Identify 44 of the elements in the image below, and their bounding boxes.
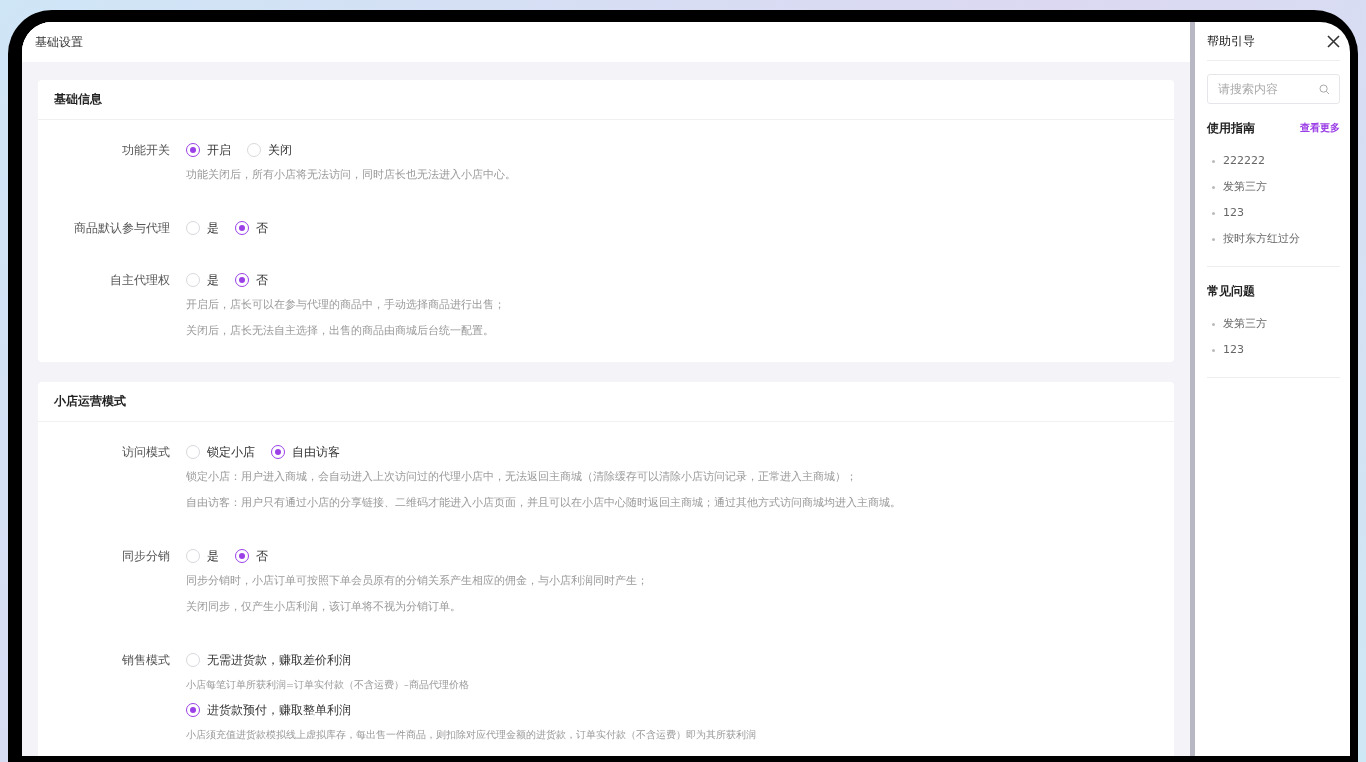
option-label[interactable]: 进货款预付，赚取整单利润: [207, 701, 351, 719]
option-label[interactable]: 否: [256, 271, 268, 289]
guide-heading: 常见问题: [1207, 282, 1255, 300]
field-note: 功能关闭后，所有小店将无法访问，同时店长也无法进入小店中心。: [186, 168, 516, 181]
help-link[interactable]: 发第三方: [1207, 311, 1340, 337]
option-label[interactable]: 是: [207, 271, 219, 289]
field-note: 锁定小店：用户进入商城，会自动进入上次访问过的代理小店中，无法返回主商城（清除缓存可以清除小店访问记录，正常进入主商城）；: [186, 470, 857, 483]
guide-heading: 使用指南: [1207, 119, 1255, 137]
field-label: 销售模式: [121, 652, 170, 669]
more-link[interactable]: 查看更多: [1300, 121, 1340, 135]
option-note: 小店须充值进货款模拟线上虚拟库存，每出售一件商品，则扣除对应代理金额的进货款，订单实付款（不含运费）即为其所获利润: [186, 729, 756, 740]
field-label: 商品默认参与代理: [73, 220, 170, 237]
field-label: 功能开关: [121, 142, 170, 159]
help-link[interactable]: 222222: [1207, 148, 1340, 174]
field-note: 同步分销时，小店订单可按照下单会员原有的分销关系产生相应的佣金，与小店利润同时产生；: [186, 574, 648, 587]
option-label[interactable]: 是: [207, 547, 219, 565]
field-note: 自由访客：用户只有通过小店的分享链接、二维码才能进入小店页面，并且可以在小店中心随时返回主商城；通过其他方式访问商城均进入主商城。: [186, 496, 901, 509]
help-title: 帮助引导: [1207, 32, 1255, 50]
option-label[interactable]: 锁定小店: [207, 443, 255, 461]
field-label: 访问模式: [121, 444, 170, 461]
option-label[interactable]: 是: [207, 219, 219, 237]
search-icon[interactable]: [1319, 84, 1330, 95]
section-title: 小店运营模式: [54, 393, 126, 410]
help-link[interactable]: 发第三方: [1207, 174, 1340, 200]
help-link[interactable]: 按时东方红过分: [1207, 226, 1340, 252]
field-label: 自主代理权: [109, 272, 170, 289]
option-note: 小店每笔订单所获利润=订单实付款（不含运费）–商品代理价格: [186, 679, 469, 690]
option-label[interactable]: 无需进货款，赚取差价利润: [207, 651, 351, 669]
option-label[interactable]: 自由访客: [292, 443, 340, 461]
option-label[interactable]: 关闭: [268, 141, 292, 159]
help-link[interactable]: 123: [1207, 200, 1340, 226]
field-note: 关闭后，店长无法自主选择，出售的商品由商城后台统一配置。: [186, 324, 494, 337]
page-title: 基础设置: [35, 33, 83, 51]
field-note: 开启后，店长可以在参与代理的商品中，手动选择商品进行出售；: [186, 298, 505, 311]
search-field[interactable]: 请搜索内容: [1207, 74, 1340, 104]
option-label[interactable]: 开启: [207, 141, 231, 159]
help-link[interactable]: 123: [1207, 337, 1340, 363]
scrollbar[interactable]: [1190, 22, 1195, 756]
field-label: 同步分销: [121, 548, 170, 565]
field-note: 关闭同步，仅产生小店利润，该订单将不视为分销订单。: [186, 600, 461, 613]
option-label[interactable]: 否: [256, 547, 268, 565]
option-label[interactable]: 否: [256, 219, 268, 237]
section-title: 基础信息: [54, 91, 102, 108]
close-icon[interactable]: [1327, 34, 1340, 48]
